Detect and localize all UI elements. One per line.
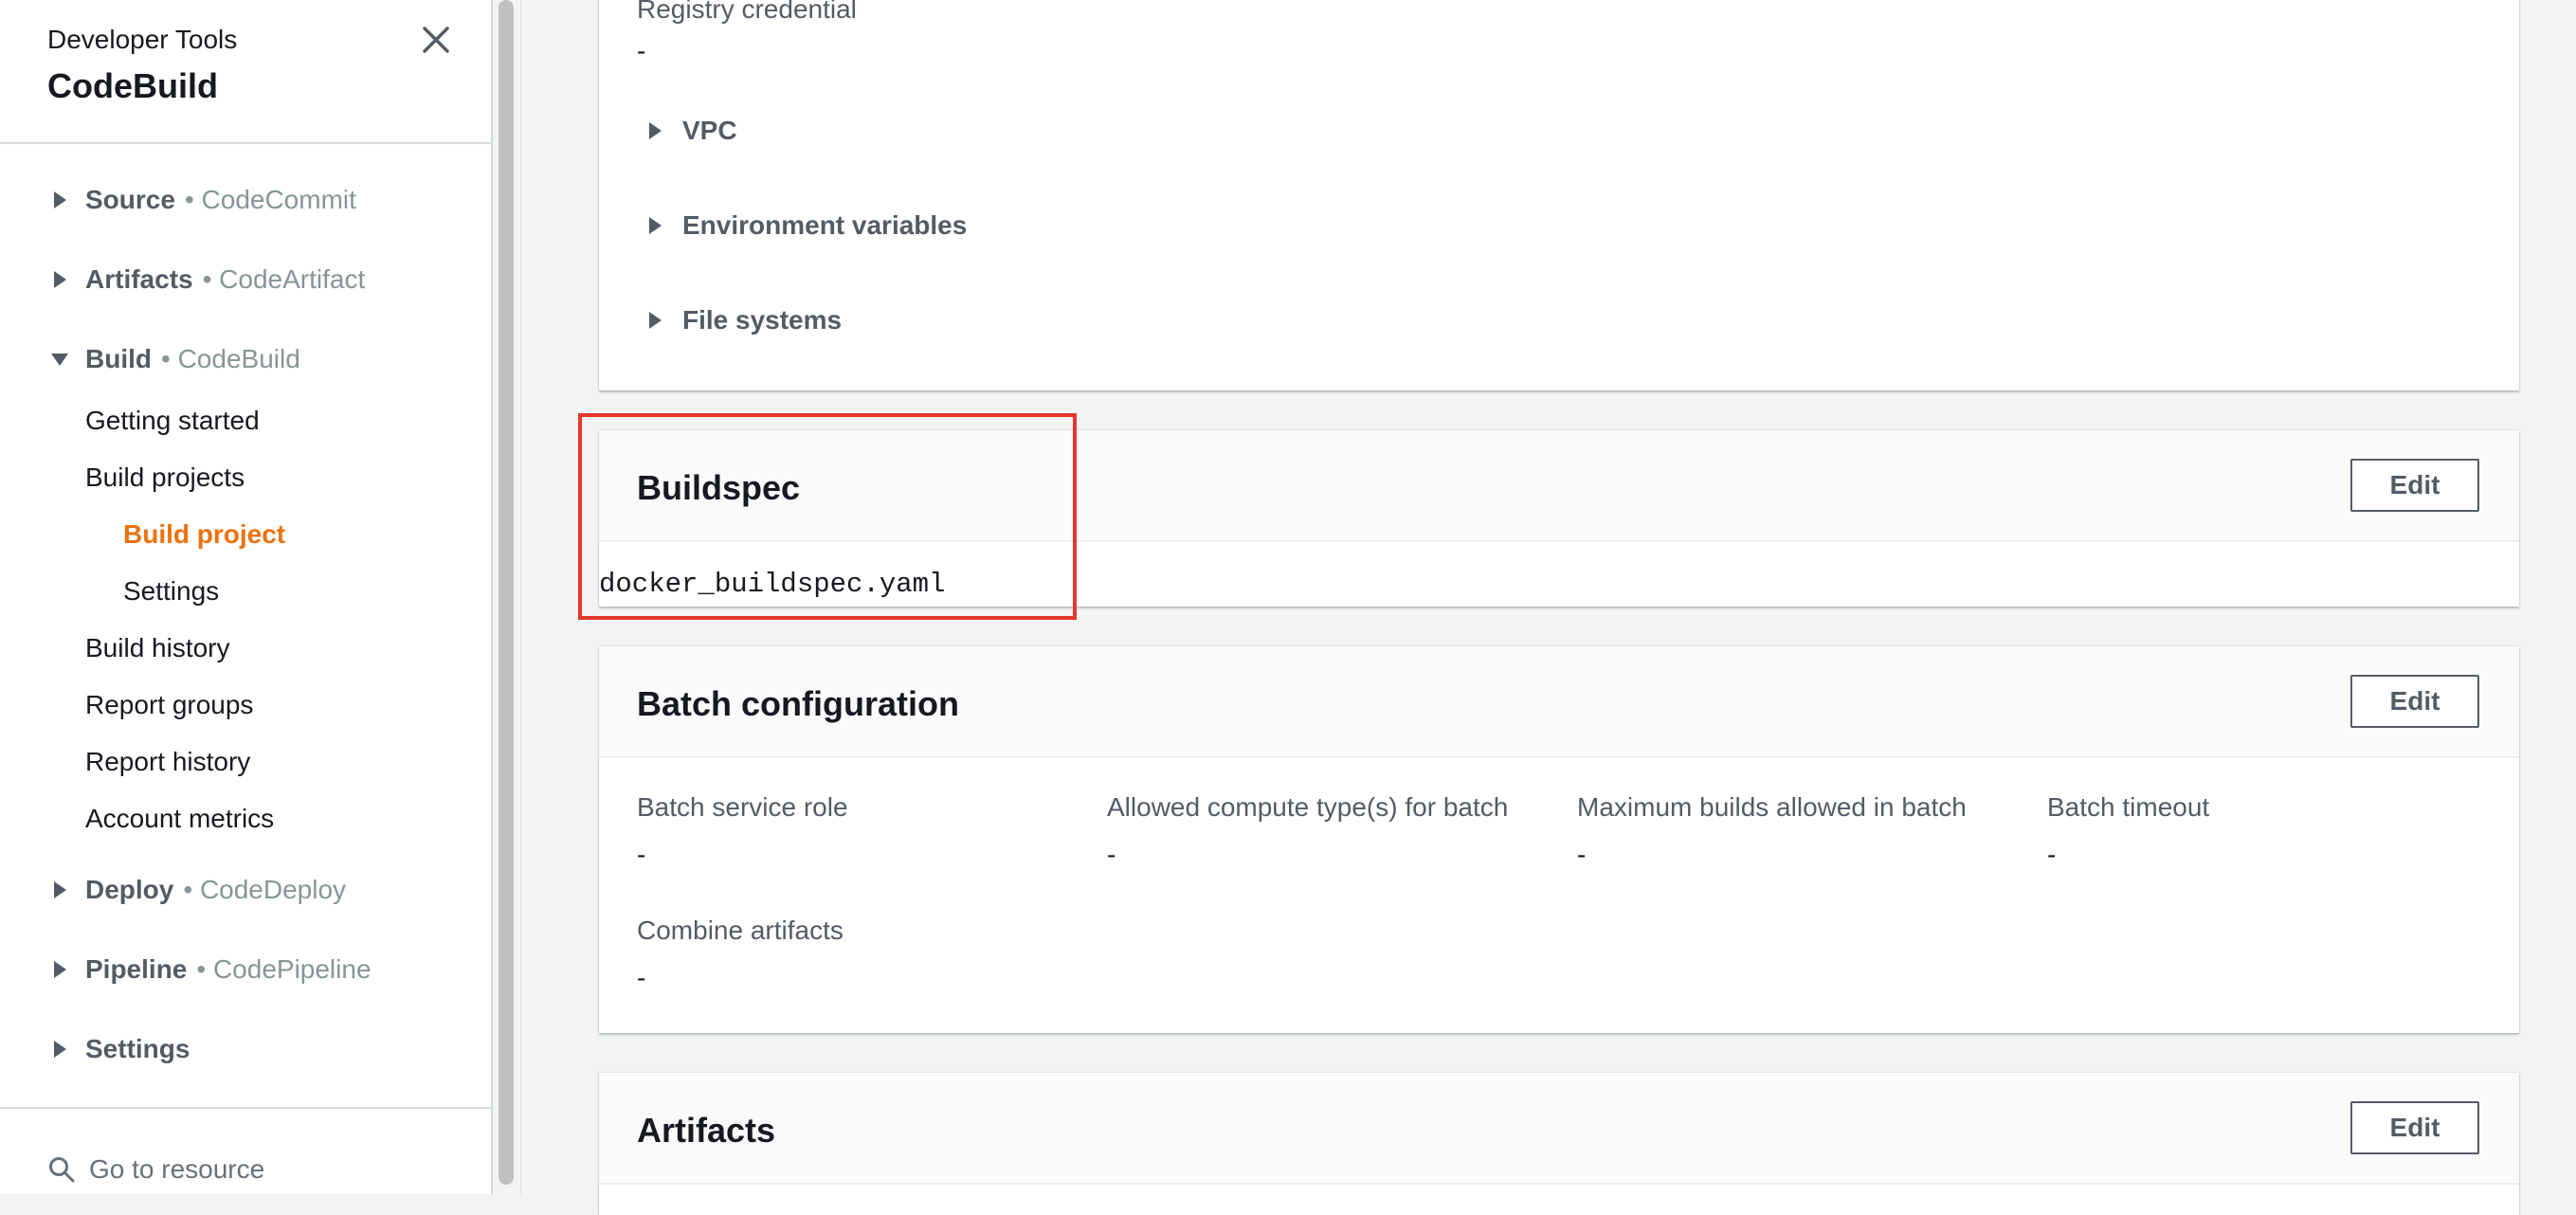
sidebar-section-settings[interactable]: Settings: [49, 1029, 190, 1069]
expander-label: Environment variables: [682, 210, 968, 240]
sidebar-header: Developer Tools CodeBuild: [0, 0, 491, 144]
caret-right-icon: [49, 190, 70, 210]
sidebar-service-name[interactable]: Developer Tools: [47, 25, 237, 55]
file-systems-expander[interactable]: File systems: [644, 305, 842, 335]
registry-credential-label: Registry credential: [637, 0, 857, 24]
search-icon: [49, 1157, 75, 1183]
section-label: Deploy: [85, 875, 174, 904]
sidebar-section-source[interactable]: Source • CodeCommit: [49, 180, 356, 220]
allowed-compute-types-value: -: [1107, 840, 1116, 869]
buildspec-edit-button[interactable]: Edit: [2350, 459, 2479, 512]
batch-configuration-title: Batch configuration: [637, 684, 959, 723]
batch-timeout-value: -: [2047, 840, 2057, 869]
sidebar-section-artifacts[interactable]: Artifacts • CodeArtifact: [49, 260, 365, 299]
environment-panel: Registry credential - VPC Environment va…: [599, 0, 2519, 390]
batch-configuration-header: Batch configuration Edit: [599, 646, 2519, 758]
batch-service-role-value: -: [637, 840, 646, 869]
artifacts-header: Artifacts Edit: [599, 1073, 2519, 1185]
caret-right-icon: [49, 269, 70, 290]
go-to-resource-link[interactable]: Go to resource: [47, 1154, 264, 1185]
sidebar-section-deploy[interactable]: Deploy • CodeDeploy: [49, 870, 346, 910]
sidebar-footer: Go to resource: [0, 1107, 491, 1194]
section-sublabel: • CodeCommit: [184, 185, 356, 214]
sidebar-item-build-projects[interactable]: Build projects: [85, 462, 245, 493]
combine-artifacts-value: -: [637, 963, 646, 992]
go-to-resource-label: Go to resource: [89, 1154, 265, 1184]
section-sublabel: • CodeArtifact: [202, 264, 366, 294]
vpc-expander[interactable]: VPC: [644, 116, 737, 146]
batch-timeout-label: Batch timeout: [2047, 792, 2210, 822]
sidebar-item-getting-started[interactable]: Getting started: [85, 406, 260, 436]
section-label: Source: [85, 185, 175, 214]
buildspec-panel: Buildspec Edit docker_buildspec.yaml: [599, 430, 2519, 607]
sidebar-item-build-history[interactable]: Build history: [85, 633, 230, 663]
section-label: Artifacts: [85, 264, 193, 294]
sidebar-item-report-groups[interactable]: Report groups: [85, 690, 253, 720]
section-label: Settings: [85, 1034, 190, 1063]
side-navigation: Developer Tools CodeBuild Source • CodeC…: [0, 0, 493, 1194]
scrollbar-thumb[interactable]: [499, 0, 514, 1185]
caret-right-icon: [49, 880, 70, 900]
section-sublabel: • CodeBuild: [161, 344, 300, 373]
sidebar-item-account-metrics[interactable]: Account metrics: [85, 804, 274, 834]
registry-credential-value: -: [637, 36, 646, 65]
environment-variables-expander[interactable]: Environment variables: [644, 210, 967, 241]
buildspec-file-name: docker_buildspec.yaml: [599, 569, 946, 600]
artifacts-edit-button[interactable]: Edit: [2350, 1101, 2479, 1154]
caret-right-icon: [644, 310, 665, 331]
expander-label: File systems: [682, 305, 843, 335]
batch-configuration-panel: Batch configuration Edit Batch service r…: [599, 646, 2519, 1033]
batch-service-role-label: Batch service role: [637, 792, 848, 822]
caret-right-icon: [49, 959, 70, 980]
expander-label: VPC: [682, 116, 737, 145]
sidebar-scrollbar[interactable]: [495, 0, 521, 1194]
buildspec-title: Buildspec: [637, 468, 801, 507]
sidebar-title[interactable]: CodeBuild: [47, 66, 218, 106]
section-sublabel: • CodeDeploy: [183, 875, 347, 904]
sidebar-item-report-history[interactable]: Report history: [85, 747, 250, 777]
sidebar-section-pipeline[interactable]: Pipeline • CodePipeline: [49, 950, 372, 989]
maximum-builds-value: -: [1577, 840, 1587, 869]
section-label: Build: [85, 344, 152, 373]
section-label: Pipeline: [85, 954, 188, 984]
caret-right-icon: [644, 215, 665, 236]
buildspec-header: Buildspec Edit: [599, 430, 2519, 542]
artifacts-title: Artifacts: [637, 1111, 776, 1150]
maximum-builds-label: Maximum builds allowed in batch: [1577, 792, 1967, 822]
allowed-compute-types-label: Allowed compute type(s) for batch: [1107, 792, 1509, 822]
close-icon[interactable]: [417, 21, 455, 59]
section-sublabel: • CodePipeline: [196, 954, 372, 984]
caret-right-icon: [49, 1039, 70, 1060]
sidebar-item-build-project[interactable]: Build project: [123, 519, 285, 550]
combine-artifacts-label: Combine artifacts: [637, 916, 844, 945]
sidebar-item-build-settings[interactable]: Settings: [123, 576, 219, 607]
batch-configuration-edit-button[interactable]: Edit: [2350, 675, 2479, 728]
sidebar-section-build[interactable]: Build • CodeBuild: [49, 339, 300, 379]
caret-right-icon: [644, 120, 665, 141]
caret-down-icon: [49, 349, 70, 370]
